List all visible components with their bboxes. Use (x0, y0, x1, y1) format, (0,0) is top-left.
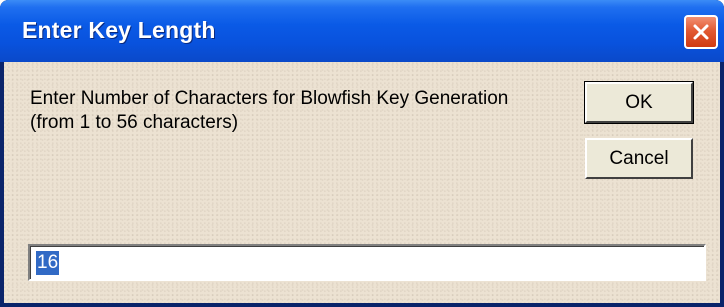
dialog-window: Enter Key Length Enter Number of Charact… (0, 0, 724, 307)
dialog-body: Enter Number of Characters for Blowfish … (4, 62, 720, 303)
ok-button[interactable]: OK (584, 81, 694, 124)
prompt-line-1: Enter Number of Characters for Blowfish … (30, 88, 509, 109)
key-length-field[interactable]: 16 (28, 244, 706, 281)
window-title: Enter Key Length (22, 17, 216, 43)
title-bar[interactable]: Enter Key Length (0, 0, 724, 62)
prompt-text: Enter Number of Characters for Blowfish … (30, 87, 508, 135)
cancel-button[interactable]: Cancel (585, 138, 693, 179)
close-icon (693, 24, 709, 40)
close-button[interactable] (684, 15, 718, 49)
prompt-line-2: (from 1 to 56 characters) (30, 112, 239, 133)
key-length-input[interactable] (30, 246, 704, 279)
